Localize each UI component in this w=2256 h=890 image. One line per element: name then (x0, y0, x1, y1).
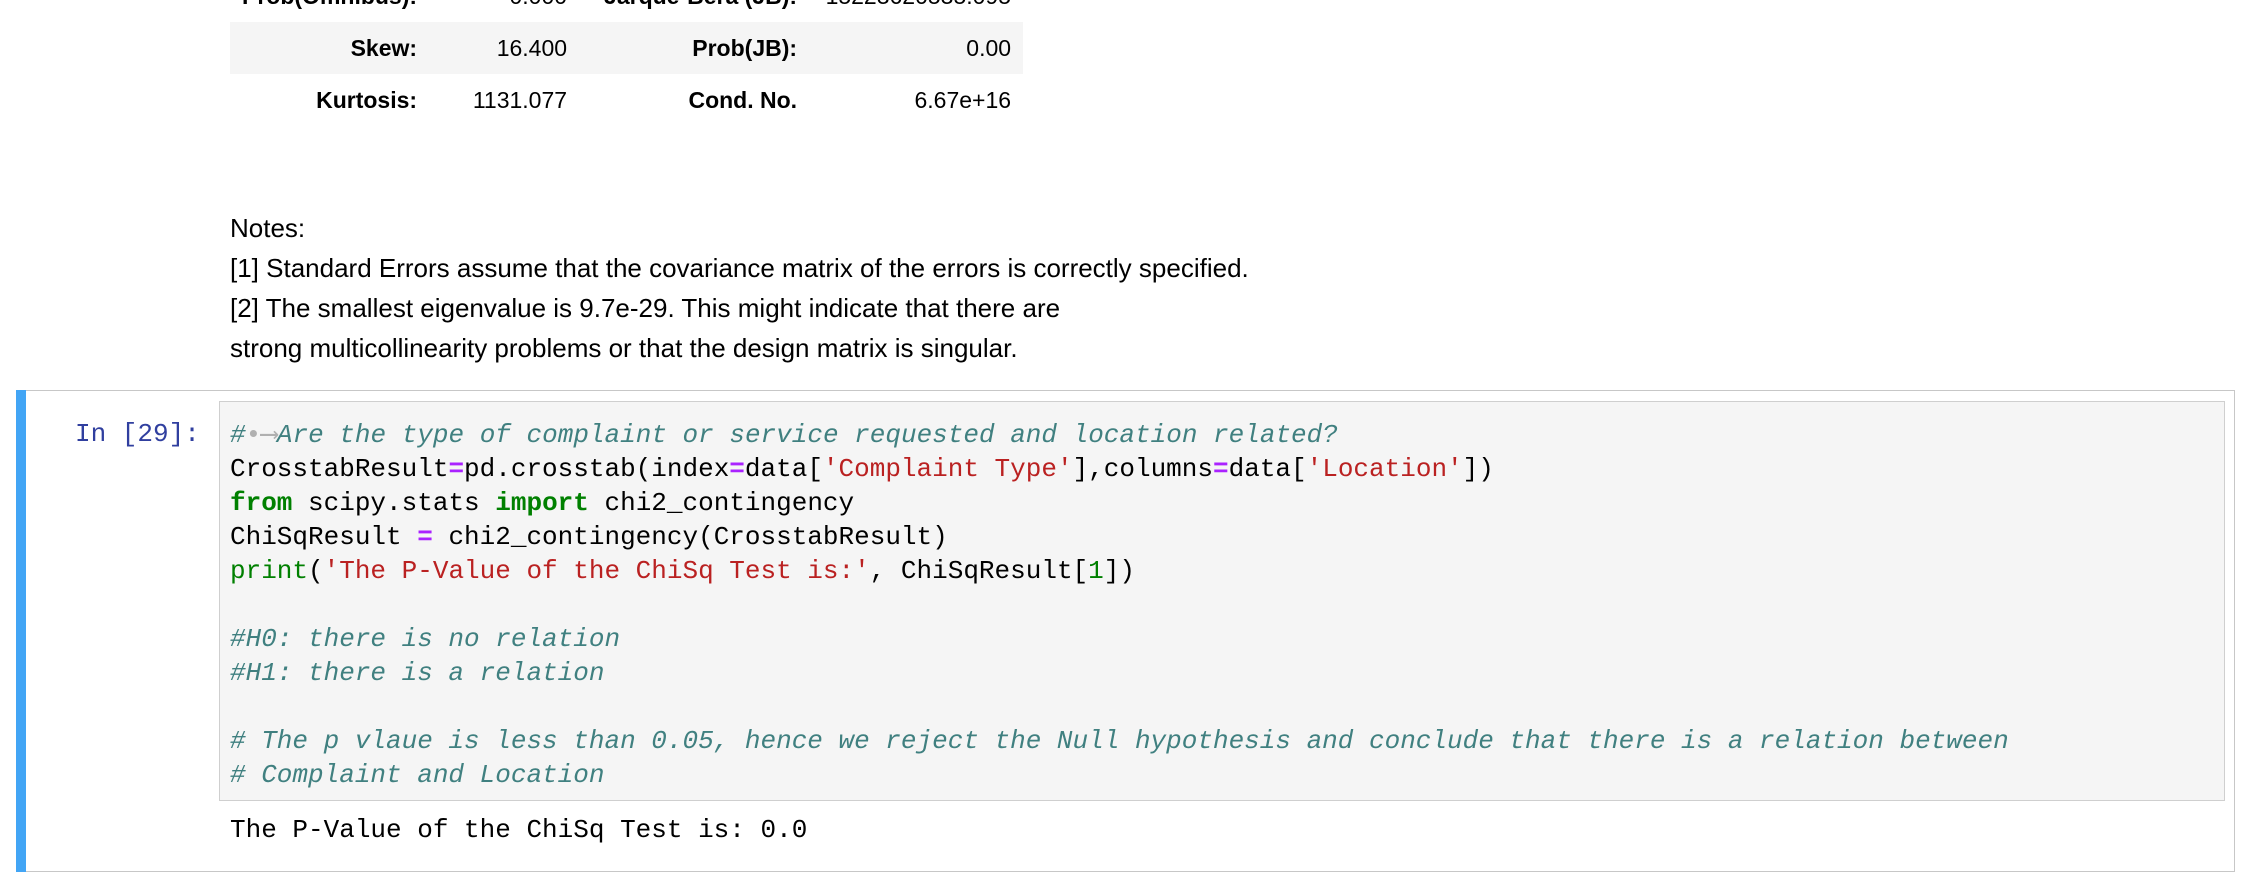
notes-block: Notes: [1] Standard Errors assume that t… (230, 208, 1249, 368)
code-token: CrosstabResult (230, 454, 449, 484)
code-token: ],columns (1072, 454, 1213, 484)
stat-label: Prob(Omnibus): (230, 0, 429, 22)
code-line: # The p vlaue is less than 0.05, hence w… (230, 726, 2009, 756)
stat-value: 15223620535.095 (809, 0, 1023, 22)
stat-label: Skew: (230, 22, 430, 74)
string-token: 'Complaint Type' (822, 454, 1073, 484)
whitespace-dot-icon: • (245, 420, 262, 450)
code-token: data[ (1228, 454, 1307, 484)
notes-heading: Notes: (230, 213, 306, 243)
code-line: ChiSqResult = chi2_contingency(CrosstabR… (230, 520, 2009, 554)
code-line: # Complaint and Location (230, 760, 605, 790)
code-line: from scipy.stats import chi2_contingency (230, 486, 2009, 520)
code-token: data[ (744, 454, 823, 484)
stat-value: 0.00 (809, 22, 1024, 74)
code-token: chi2_contingency (588, 488, 855, 518)
string-token: 'The P-Value of the ChiSq Test is:' (323, 556, 870, 586)
code-token: ( (308, 556, 324, 586)
stat-value: 0.000 (429, 0, 579, 22)
note-line: [1] Standard Errors assume that the cova… (230, 253, 1249, 283)
code-token: ChiSqResult (230, 522, 418, 552)
code-token: chi2_contingency(CrosstabResult) (432, 522, 948, 552)
code-token: pd.crosstab(index (464, 454, 730, 484)
code-content[interactable]: #•⟶Are the type of complaint or service … (230, 418, 2009, 792)
tab-arrow-icon: ⟶ (261, 420, 277, 450)
number-token: 1 (1088, 556, 1104, 586)
table-row: Prob(Omnibus): 0.000 Jarque-Bera (JB): 1… (230, 0, 1023, 22)
note-line: strong multicollinearity problems or tha… (230, 333, 1018, 363)
note-line: [2] The smallest eigenvalue is 9.7e-29. … (230, 293, 1061, 323)
cell-output: The P-Value of the ChiSq Test is: 0.0 (230, 815, 808, 845)
stat-value: 16.400 (429, 22, 580, 74)
code-token: scipy.stats (292, 488, 496, 518)
stat-label: Prob(JB): (579, 22, 810, 74)
stat-label: Jarque-Bera (JB): (579, 0, 809, 22)
operator-token: = (448, 454, 465, 484)
code-line: CrosstabResult=pd.crosstab(index=data['C… (230, 452, 2009, 486)
code-line: #H0: there is no relation (230, 624, 621, 654)
comment-hash: # (230, 420, 246, 450)
code-line: #H1: there is a relation (230, 658, 605, 688)
operator-token: = (417, 522, 433, 552)
code-token: ]) (1462, 454, 1494, 484)
string-token: 'Location' (1306, 454, 1463, 484)
stat-label: Cond. No. (688, 86, 798, 113)
stat-label: Kurtosis: (316, 86, 418, 113)
code-cell[interactable]: In [29]: #•⟶Are the type of complaint or… (16, 390, 2235, 872)
keyword-token: from (230, 488, 293, 518)
cell-selection-bar (16, 390, 26, 872)
code-editor[interactable]: #•⟶Are the type of complaint or service … (219, 401, 2225, 801)
stat-value: 1131.077 (472, 86, 568, 113)
regression-stats-table: Prob(Omnibus): 0.000 Jarque-Bera (JB): 1… (230, 0, 1024, 126)
code-line: #•⟶Are the type of complaint or service … (230, 418, 2009, 452)
table-row: Kurtosis: 1131.077 Cond. No. 6.67e+16 (230, 74, 1023, 126)
keyword-token: import (495, 488, 589, 518)
code-token: ]) (1103, 556, 1135, 586)
operator-token: = (729, 454, 745, 484)
operator-token: = (1213, 454, 1229, 484)
comment-text: Are the type of complaint or service req… (276, 420, 1338, 450)
code-line: print('The P-Value of the ChiSq Test is:… (230, 554, 2009, 588)
builtin-token: print (230, 556, 309, 586)
table-row: Skew: 16.400 Prob(JB): 0.00 (230, 22, 1024, 74)
input-prompt: In [29]: (75, 419, 200, 449)
code-token: , ChiSqResult[ (869, 556, 1089, 586)
stat-value: 6.67e+16 (914, 86, 1012, 113)
